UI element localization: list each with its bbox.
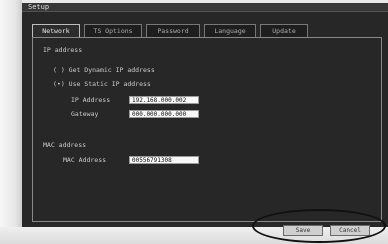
tab-bar: Network TS Options Password Language Upd…	[32, 24, 322, 38]
photo-left-edge	[0, 0, 22, 244]
gateway-label: Gateway	[71, 110, 99, 118]
window-title: Setup	[22, 3, 388, 12]
mac-address-label: MAC Address	[63, 156, 107, 164]
ip-address-label: IP Address	[71, 96, 111, 104]
tab-ts-options[interactable]: TS Options	[84, 24, 142, 37]
mac-section-heading: MAC address	[43, 141, 87, 149]
mac-address-field: 00556791308	[129, 156, 199, 164]
ip-section-heading: IP address	[43, 46, 83, 54]
tab-network[interactable]: Network	[32, 24, 80, 38]
static-ip-radio[interactable]: (•) Use Static IP address	[53, 80, 151, 88]
dynamic-ip-radio[interactable]: ( ) Get Dynamic IP address	[53, 66, 155, 74]
gateway-field[interactable]: 000.000.000.000	[129, 110, 199, 118]
tab-password[interactable]: Password	[146, 24, 200, 37]
tab-update[interactable]: Update	[260, 24, 308, 37]
ip-address-field[interactable]: 192.168.000.002	[129, 96, 199, 104]
tab-language[interactable]: Language	[204, 24, 256, 37]
setup-window: Setup Network TS Options Password Langua…	[22, 3, 388, 227]
network-panel: IP address ( ) Get Dynamic IP address (•…	[32, 37, 382, 222]
highlight-circle-annotation	[252, 209, 386, 243]
